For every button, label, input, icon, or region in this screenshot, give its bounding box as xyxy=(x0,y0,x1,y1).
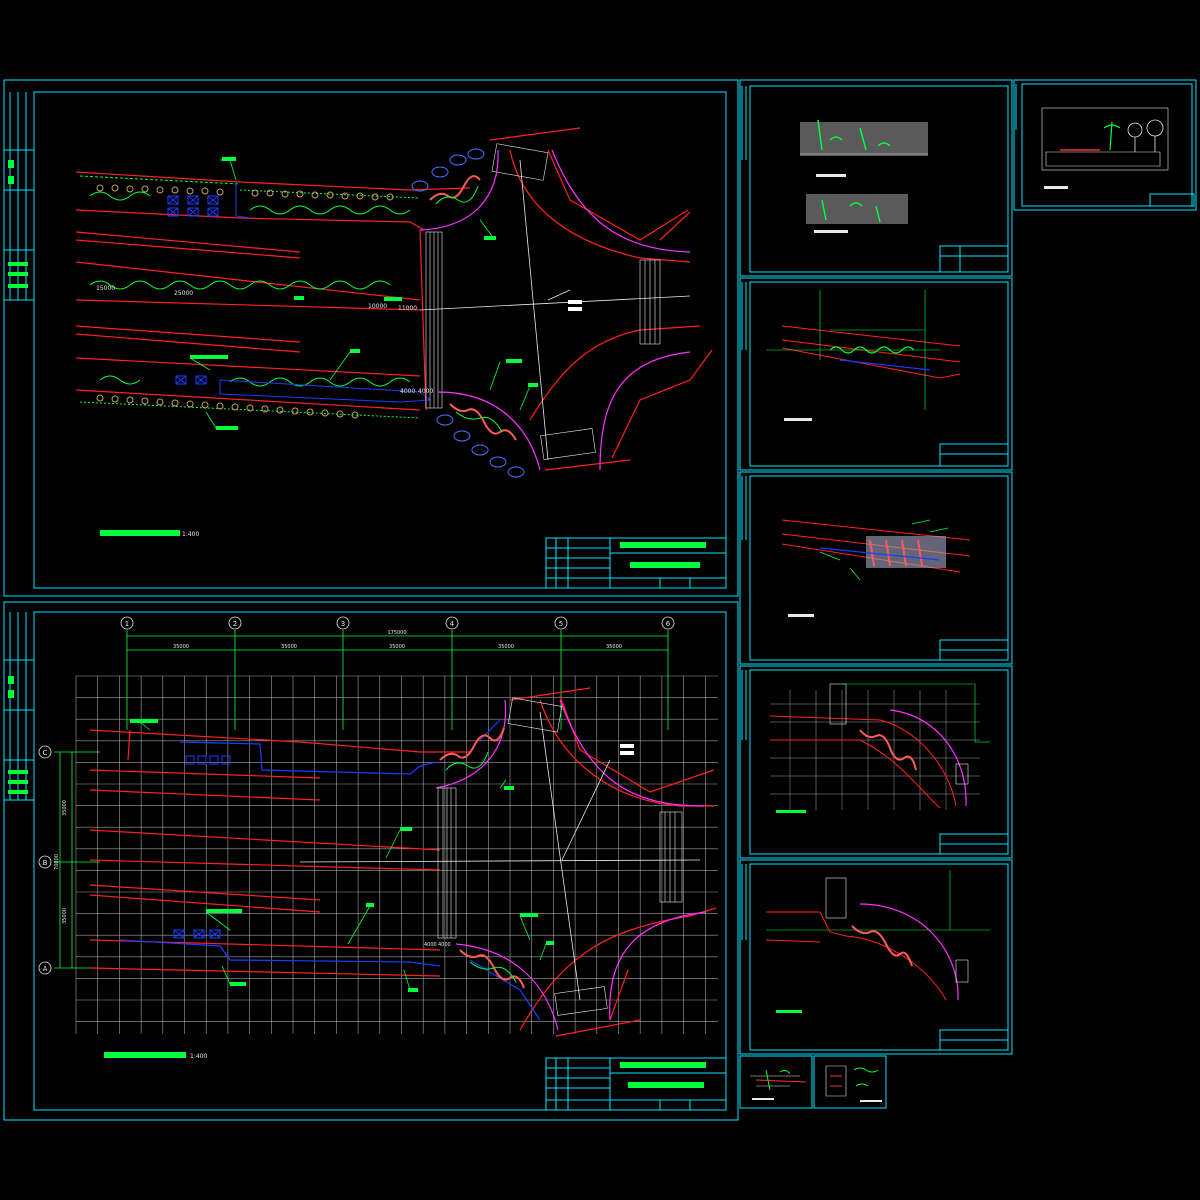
detail-sheet-1 xyxy=(739,79,1013,277)
sheet-2-dim-1: 4000 xyxy=(438,942,451,948)
sheet-1-caption: 1:400 xyxy=(100,530,199,538)
sheet-2-top-dim-3: 35000 xyxy=(498,644,514,650)
sheet-1-dim-3: 11000 xyxy=(398,305,417,312)
sheet-2-left-dim-0: 35000 xyxy=(62,800,68,816)
sheet-2-curbs xyxy=(435,699,707,1031)
sheet-2-dim-0: 4000 xyxy=(424,942,437,948)
detail-sheet-5 xyxy=(739,665,1013,859)
sheet-1: 15000 25000 10000 11000 4000 4000 1:400 xyxy=(3,79,739,597)
sheet-2-axis-bubble-labels: 1 2 3 4 5 6 C B A xyxy=(43,620,671,973)
cad-drawing-canvas: 15000 25000 10000 11000 4000 4000 1:400 xyxy=(3,79,1197,1121)
detail-sheet-2 xyxy=(1013,79,1197,211)
axis-label-b: B xyxy=(43,859,48,867)
sheet-2-caption: 1:400 xyxy=(104,1052,207,1060)
sheet-2-top-dim-0: 35000 xyxy=(173,644,189,650)
sheet-2-axis-bubbles xyxy=(38,616,675,975)
sheet-1-inner-frame xyxy=(33,91,727,589)
sheet-1-title-block xyxy=(545,537,727,589)
sheet-2-road-lines xyxy=(89,687,717,1037)
sheet-1-outer-frame xyxy=(3,79,739,597)
axis-label-3: 3 xyxy=(341,620,345,628)
sheet-1-dim-1: 25000 xyxy=(174,290,193,297)
detail-sheet-7 xyxy=(739,1055,813,1109)
sheet-1-dim-2: 10000 xyxy=(368,303,387,310)
axis-label-4: 4 xyxy=(450,620,455,628)
sheet-2-scale-label: 1:400 xyxy=(190,1053,207,1060)
axis-label-c: C xyxy=(43,749,48,757)
sheet-1-binding-strip xyxy=(4,92,34,301)
sheet-1-lamp-markers xyxy=(167,182,432,403)
sheet-2-binding-strip xyxy=(4,612,34,801)
sheet-2-top-dim-2: 35000 xyxy=(389,644,405,650)
sheet-2-total-dim: 175000 xyxy=(387,630,406,636)
sheet-2: 1 2 3 4 5 6 C B A 175000 35000 35000 350… xyxy=(3,601,739,1121)
detail-sheet-6 xyxy=(739,859,1013,1055)
detail-sheet-4 xyxy=(739,471,1013,665)
axis-label-2: 2 xyxy=(233,620,237,628)
sheet-1-curbs xyxy=(419,149,691,471)
sheet-2-top-dim-1: 35000 xyxy=(281,644,297,650)
sheet-2-top-dim-4: 35000 xyxy=(606,644,622,650)
sheet-2-grid xyxy=(75,675,718,1034)
axis-label-5: 5 xyxy=(559,620,563,628)
sheet-2-title-block xyxy=(545,1057,727,1111)
sheet-2-water-line xyxy=(119,719,541,1021)
sheet-2-axis-dims: 175000 35000 35000 35000 35000 35000 350… xyxy=(54,630,622,924)
sheet-1-corner-planting xyxy=(411,148,525,478)
detail-sheet-8 xyxy=(813,1055,887,1109)
axis-label-1: 1 xyxy=(125,620,129,628)
axis-label-6: 6 xyxy=(666,620,671,628)
sheet-2-dimension-texts: 4000 4000 xyxy=(424,942,451,948)
sheet-2-left-dim-1: 70000 xyxy=(54,854,60,870)
axis-label-a: A xyxy=(43,965,48,973)
sheet-2-axis-lines xyxy=(54,630,669,969)
sheet-1-dim-4: 4000 xyxy=(400,388,415,395)
sheet-2-left-dim-2: 35000 xyxy=(62,908,68,924)
sheet-1-scale-label: 1:400 xyxy=(182,531,199,538)
sheet-1-dim-5: 4000 xyxy=(418,388,433,395)
sheet-1-dim-0: 15000 xyxy=(96,285,115,292)
detail-sheet-3 xyxy=(739,277,1013,471)
